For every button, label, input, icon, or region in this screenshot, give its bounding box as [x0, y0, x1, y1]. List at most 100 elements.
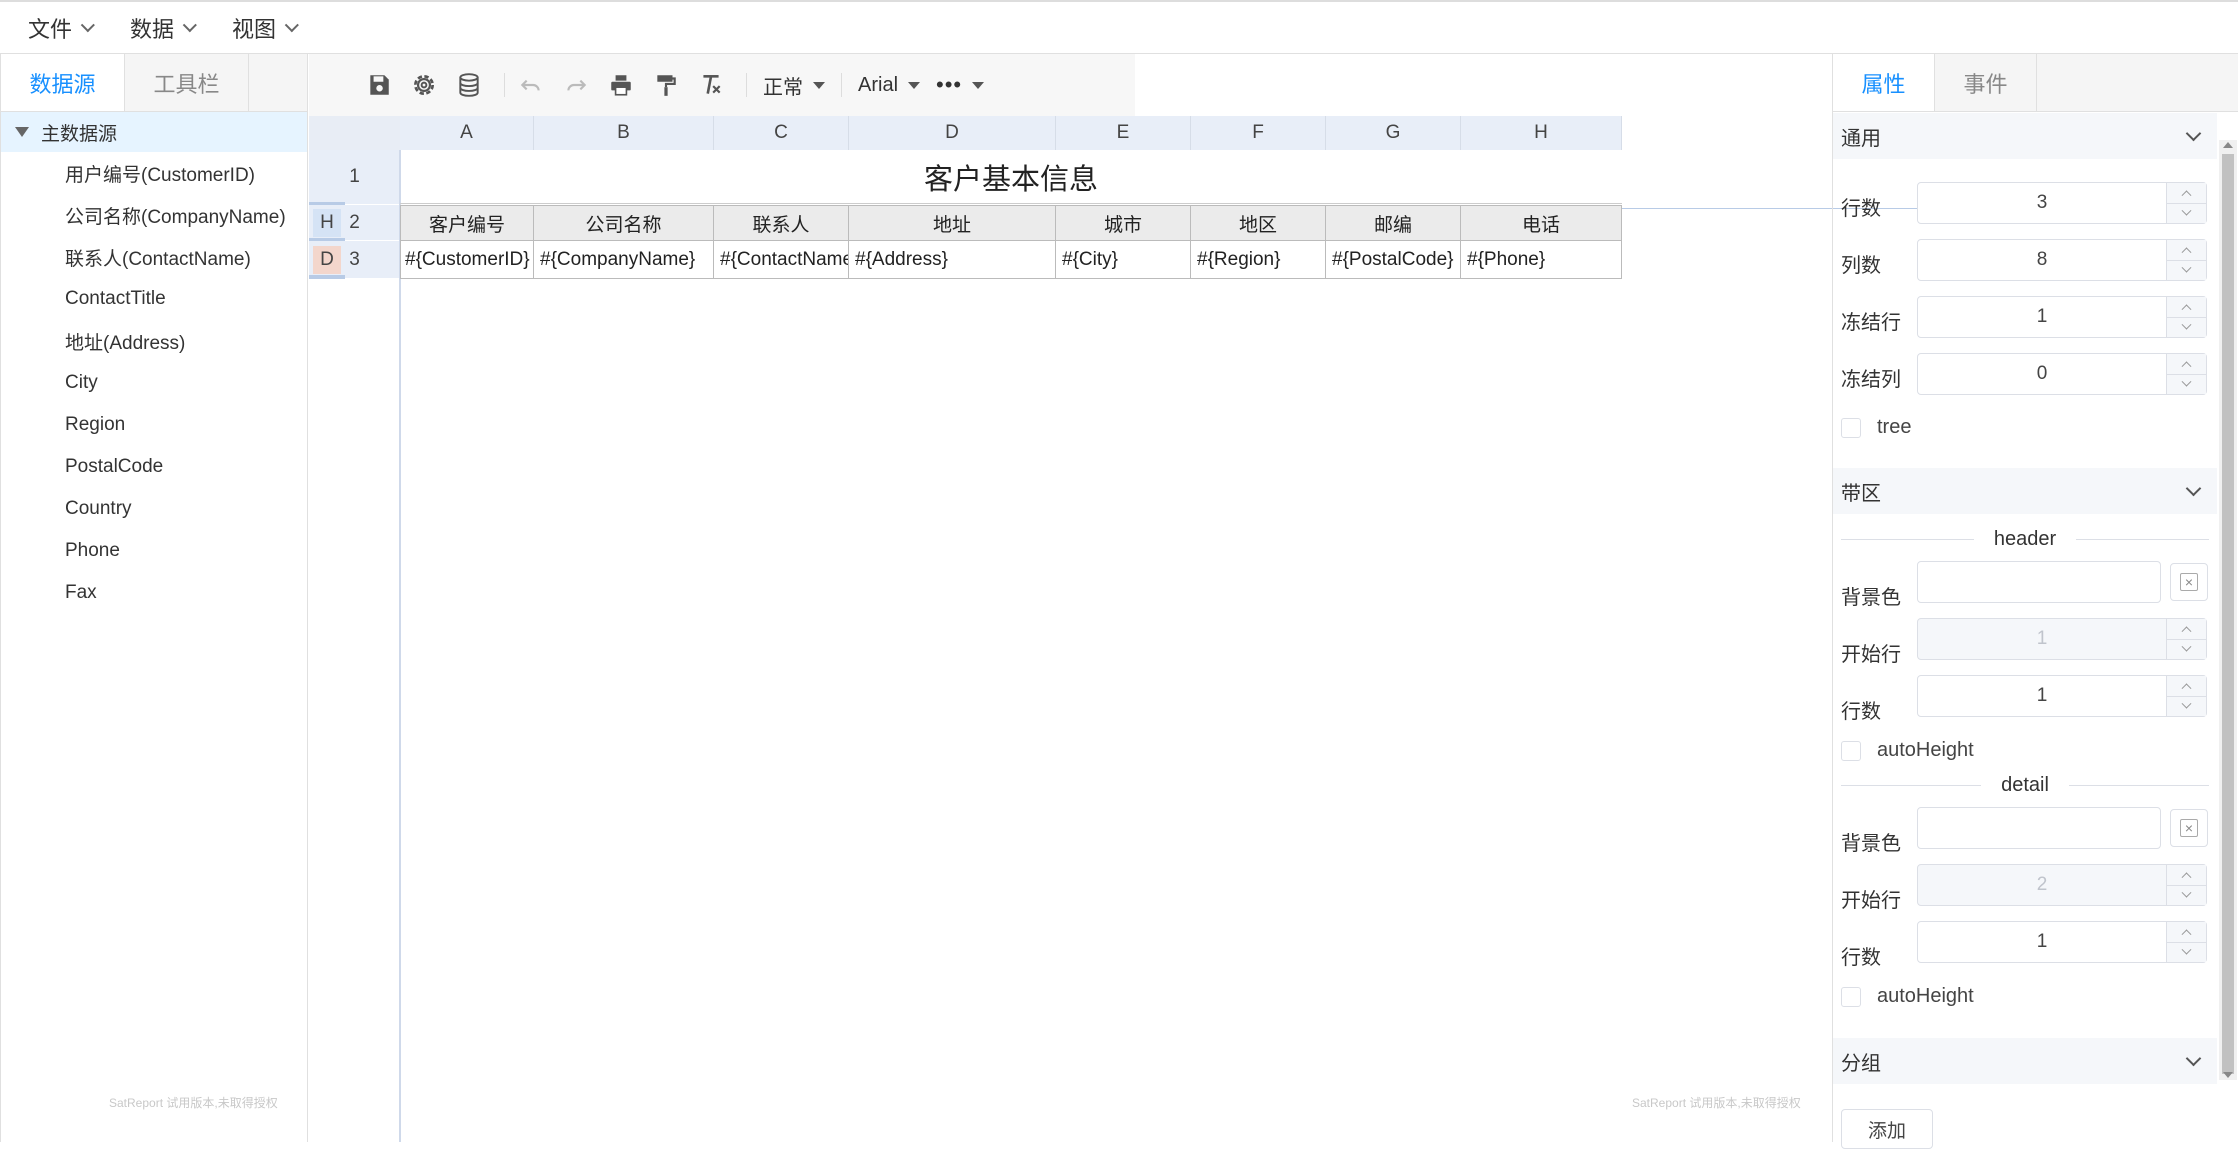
- header-cell[interactable]: 电话: [1461, 205, 1622, 241]
- menu-file[interactable]: 文件: [28, 12, 95, 44]
- tree-item[interactable]: Region: [1, 404, 307, 446]
- tree-item[interactable]: 公司名称(CompanyName): [1, 194, 307, 236]
- report-title-cell[interactable]: 客户基本信息: [400, 150, 1622, 204]
- section-general[interactable]: 通用: [1833, 113, 2217, 159]
- checkbox-box[interactable]: [1841, 986, 1861, 1007]
- freeze-cols-stepper[interactable]: 0: [1917, 353, 2207, 395]
- style-dropdown[interactable]: 正常: [763, 71, 825, 100]
- tree-item[interactable]: City: [1, 362, 307, 404]
- rows-stepper[interactable]: 3: [1917, 182, 2207, 224]
- column-header[interactable]: A: [400, 116, 534, 150]
- decrement-button[interactable]: [2167, 203, 2206, 223]
- checkbox-box[interactable]: [1841, 740, 1861, 761]
- row-header[interactable]: H 2: [309, 205, 400, 242]
- detail-cell[interactable]: #{Phone}: [1461, 241, 1622, 279]
- row-header[interactable]: 1: [309, 150, 400, 206]
- tree-root[interactable]: 主数据源: [1, 112, 307, 152]
- tab-toolbar[interactable]: 工具栏: [125, 54, 249, 111]
- detail-cell[interactable]: #{ContactName}: [714, 241, 849, 279]
- detail-rows-label: 行数: [1841, 947, 1881, 969]
- database-button[interactable]: [451, 67, 487, 103]
- save-button[interactable]: [361, 67, 397, 103]
- autoheight-label: autoHeight: [1877, 985, 1974, 1007]
- column-header[interactable]: G: [1326, 116, 1461, 150]
- header-cell[interactable]: 客户编号: [400, 205, 534, 241]
- column-header[interactable]: E: [1056, 116, 1191, 150]
- increment-button[interactable]: [2167, 297, 2206, 318]
- tree-checkbox[interactable]: tree: [1841, 416, 1911, 439]
- more-button[interactable]: •••: [936, 72, 985, 98]
- header-cell[interactable]: 城市: [1056, 205, 1191, 241]
- detail-rows-stepper[interactable]: 1: [1917, 921, 2207, 963]
- detail-cell[interactable]: #{Address}: [849, 241, 1056, 279]
- tab-properties[interactable]: 属性: [1833, 54, 1935, 111]
- column-header[interactable]: B: [534, 116, 714, 150]
- cols-stepper[interactable]: 8: [1917, 239, 2207, 281]
- increment-button[interactable]: [2167, 240, 2206, 261]
- section-band[interactable]: 带区: [1833, 468, 2217, 514]
- tree-item[interactable]: Fax: [1, 572, 307, 614]
- tree-item[interactable]: Phone: [1, 530, 307, 572]
- scroll-up-icon[interactable]: [2223, 142, 2233, 148]
- header-cell[interactable]: 联系人: [714, 205, 849, 241]
- tab-events[interactable]: 事件: [1935, 54, 2037, 111]
- increment-button[interactable]: [2167, 922, 2206, 943]
- scrollbar-thumb[interactable]: [2222, 154, 2234, 1074]
- add-group-button[interactable]: 添加: [1841, 1109, 1933, 1149]
- detail-bg-clear-button[interactable]: ×: [2170, 809, 2208, 847]
- grid-corner[interactable]: [309, 116, 400, 150]
- column-header[interactable]: C: [714, 116, 849, 150]
- increment-button[interactable]: [2167, 676, 2206, 697]
- freeze-rows-stepper[interactable]: 1: [1917, 296, 2207, 338]
- redo-button[interactable]: [558, 67, 594, 103]
- header-cell[interactable]: 公司名称: [534, 205, 714, 241]
- detail-cell[interactable]: #{City}: [1056, 241, 1191, 279]
- menu-data[interactable]: 数据: [130, 12, 197, 44]
- decrement-button[interactable]: [2167, 260, 2206, 280]
- detail-bg-color-input[interactable]: [1917, 807, 2161, 849]
- tab-datasource[interactable]: 数据源: [1, 54, 125, 111]
- header-bg-clear-button[interactable]: ×: [2170, 563, 2208, 601]
- detail-cell[interactable]: #{CustomerID}: [400, 241, 534, 279]
- header-rows-stepper[interactable]: 1: [1917, 675, 2207, 717]
- column-header[interactable]: D: [849, 116, 1056, 150]
- decrement-button[interactable]: [2167, 696, 2206, 716]
- increment-button[interactable]: [2167, 354, 2206, 375]
- properties-scrollbar[interactable]: [2219, 140, 2237, 1080]
- decrement-button[interactable]: [2167, 374, 2206, 394]
- detail-cell[interactable]: #{Region}: [1191, 241, 1326, 279]
- header-autoheight-checkbox[interactable]: autoHeight: [1841, 739, 1974, 762]
- tree-item[interactable]: 地址(Address): [1, 320, 307, 362]
- caret-down-icon[interactable]: [15, 127, 29, 137]
- undo-button[interactable]: [513, 67, 549, 103]
- header-cell[interactable]: 地区: [1191, 205, 1326, 241]
- scroll-down-icon[interactable]: [2223, 1072, 2233, 1078]
- checkbox-box[interactable]: [1841, 417, 1861, 438]
- decrement-button[interactable]: [2167, 317, 2206, 337]
- detail-cell[interactable]: #{PostalCode}: [1326, 241, 1461, 279]
- header-cell[interactable]: 邮编: [1326, 205, 1461, 241]
- row-header[interactable]: D 3: [309, 241, 400, 279]
- header-start-value: 1: [2036, 628, 2048, 649]
- format-painter-button[interactable]: [648, 67, 684, 103]
- clear-format-button[interactable]: [693, 67, 729, 103]
- tree-item[interactable]: 用户编号(CustomerID): [1, 152, 307, 194]
- tree-item[interactable]: PostalCode: [1, 446, 307, 488]
- tree-item[interactable]: Country: [1, 488, 307, 530]
- menu-view[interactable]: 视图: [232, 12, 299, 44]
- header-cell[interactable]: 地址: [849, 205, 1056, 241]
- column-header[interactable]: F: [1191, 116, 1326, 150]
- font-dropdown[interactable]: Arial: [858, 74, 921, 97]
- tree-item[interactable]: ContactTitle: [1, 278, 307, 320]
- detail-autoheight-checkbox[interactable]: autoHeight: [1841, 985, 1974, 1008]
- section-group[interactable]: 分组: [1833, 1038, 2217, 1084]
- detail-cell[interactable]: #{CompanyName}: [534, 241, 714, 279]
- close-icon: ×: [2180, 819, 2198, 837]
- column-header[interactable]: H: [1461, 116, 1622, 150]
- settings-button[interactable]: [406, 67, 442, 103]
- print-button[interactable]: [603, 67, 639, 103]
- increment-button[interactable]: [2167, 183, 2206, 204]
- decrement-button[interactable]: [2167, 942, 2206, 962]
- header-bg-color-input[interactable]: [1917, 561, 2161, 603]
- tree-item[interactable]: 联系人(ContactName): [1, 236, 307, 278]
